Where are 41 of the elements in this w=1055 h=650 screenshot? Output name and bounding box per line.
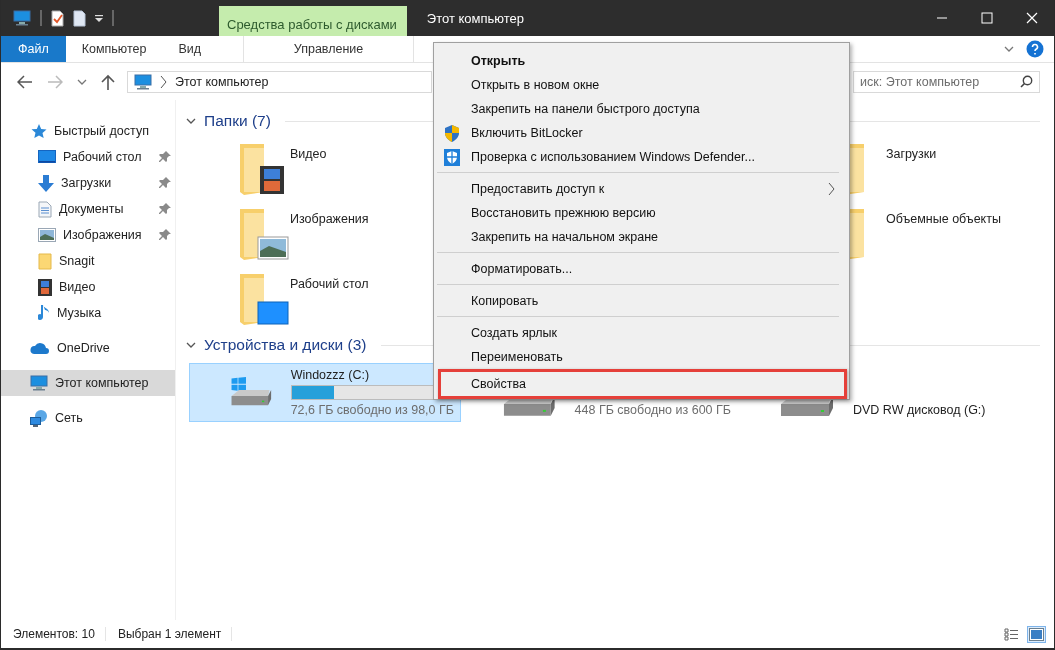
sidebar-label: Сеть (55, 411, 84, 425)
sidebar-label: Видео (59, 280, 97, 294)
menu-item-label: Переименовать (471, 350, 564, 364)
sidebar-label: Документы (59, 202, 125, 216)
free-space-text: 448 ГБ свободно из 600 ГБ (574, 403, 731, 417)
search-placeholder: иск: Этот компьютер (860, 74, 980, 89)
sidebar-label: Музыка (57, 306, 103, 320)
sidebar-label: Snagit (59, 254, 96, 268)
folder-name: Видео (290, 146, 327, 163)
address-path: Этот компьютер (175, 74, 269, 89)
menu-item-label: Закрепить на начальном экране (471, 230, 660, 244)
drive-name: DVD RW дисковод (G:) (853, 403, 987, 417)
sidebar-label: Изображения (63, 228, 143, 242)
menu-item-label: Предоставить доступ к (471, 182, 606, 196)
sidebar-label: Загрузки (61, 176, 113, 190)
menu-item-label: Восстановить прежнюю версию (471, 206, 657, 220)
folder-name: Рабочий стол (290, 276, 369, 293)
window-title: Этот компьютер (425, 10, 526, 28)
folder-name: Изображения (290, 211, 369, 228)
sidebar-label: Этот компьютер (55, 376, 150, 390)
menu-item-label: Форматировать... (471, 262, 574, 276)
menu-item-label: Включить BitLocker (471, 126, 584, 140)
section-title: Устройства и диски (3) (204, 336, 367, 354)
menu-item-label: Создать ярлык (471, 326, 559, 340)
contextual-tab-header: Средства работы с дисками (219, 6, 407, 36)
menu-item-label: Открыть (471, 54, 527, 68)
sidebar-label: OneDrive (57, 341, 111, 355)
menu-item-label: Копировать (471, 294, 540, 308)
drive-name: Windozzz (C:) (290, 368, 371, 382)
folder-name: Объемные объекты (886, 211, 1001, 228)
free-space-text: 72,6 ГБ свободно из 98,0 ГБ (290, 403, 454, 417)
sidebar-label: Рабочий стол (63, 150, 143, 164)
item-count: Элементов: 10 (1, 627, 106, 641)
menu-item-label: Проверка с использованием Windows Defender... (471, 150, 756, 164)
folder-name: Загрузки (886, 146, 937, 163)
menu-item-label: Свойства (471, 377, 527, 391)
selection-count: Выбран 1 элемент (105, 627, 233, 641)
menu-item-label: Открыть в новом окне (471, 78, 601, 92)
sidebar-label: Быстрый доступ (54, 124, 150, 138)
section-title: Папки (7) (204, 112, 271, 130)
menu-item-label: Закрепить на панели быстрого доступа (471, 102, 701, 116)
